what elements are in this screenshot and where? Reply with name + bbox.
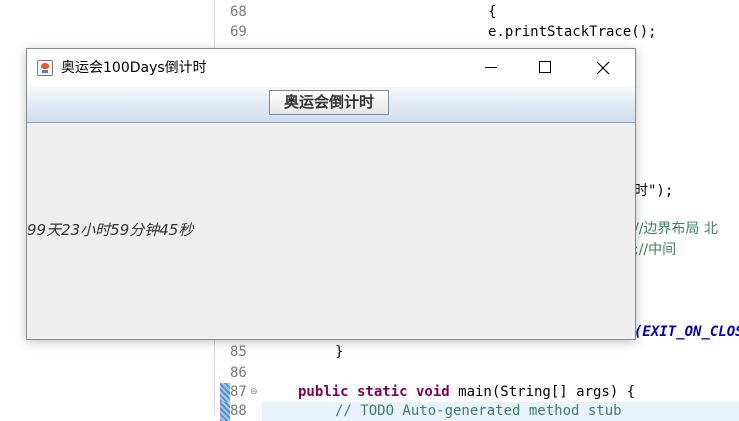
java-app-icon <box>37 60 53 76</box>
countdown-label: 99天23小时59分钟45秒 <box>27 221 194 239</box>
window-title: 奥运会100Days倒计时 <box>61 60 207 76</box>
line-number: 85 <box>230 344 247 360</box>
code-keyword: public static void <box>298 384 450 400</box>
line-number: 68 <box>230 4 247 20</box>
code-line: 69 e.printStackTrace(); <box>0 23 739 42</box>
close-icon <box>596 61 610 75</box>
countdown-button[interactable]: 奥运会倒计时 <box>269 90 389 115</box>
code-constant: (EXIT_ON_CLOS <box>634 324 739 340</box>
maximize-button[interactable] <box>522 49 568 87</box>
code-line: 85 } <box>0 343 739 362</box>
window-titlebar[interactable]: 奥运会100Days倒计时 <box>27 49 635 87</box>
code-comment: //边界布局 北 <box>634 221 718 237</box>
code-line: 86 <box>0 364 739 383</box>
code-line: 87 ⊖ public static void main(String[] ar… <box>0 383 739 402</box>
code-comment: ;//中间 <box>634 242 677 258</box>
code-text: 时"); <box>634 183 674 199</box>
overview-ruler-mark <box>220 402 230 421</box>
line-number: 86 <box>230 365 247 381</box>
code-line: 68 { <box>0 3 739 22</box>
overview-ruler-mark <box>220 383 230 402</box>
code-text: main(String[] args) { <box>449 384 636 400</box>
line-number: 88 <box>230 403 247 419</box>
close-button[interactable] <box>580 49 626 87</box>
code-text: } <box>335 344 344 360</box>
countdown-window: 奥运会100Days倒计时 奥运会倒计时 99天23小时59分钟45秒 <box>26 48 636 340</box>
minimize-button[interactable] <box>468 49 514 87</box>
code-comment: // TODO Auto-generated method stub <box>335 403 622 419</box>
code-text: { <box>488 4 497 20</box>
code-text: public static void main(String[] args) { <box>298 383 635 402</box>
fold-minus-icon[interactable]: ⊖ <box>250 383 258 402</box>
code-line: 88 // TODO Auto-generated method stub <box>0 402 739 421</box>
line-number: 69 <box>230 24 247 40</box>
code-text: e.printStackTrace(); <box>488 24 657 40</box>
north-button-bar: 奥运会倒计时 <box>27 87 635 123</box>
